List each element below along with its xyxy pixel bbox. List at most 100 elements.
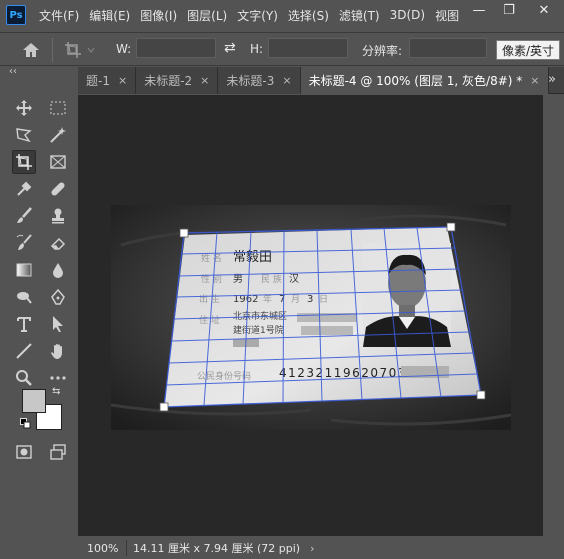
portrait-photo: [363, 243, 451, 347]
resolution-input[interactable]: [409, 38, 487, 58]
tab-overflow-icon[interactable]: »: [548, 72, 556, 87]
menu-3d[interactable]: 3D(D): [385, 8, 430, 22]
frame-tool[interactable]: [46, 150, 70, 174]
perspective-crop-preset[interactable]: [64, 39, 100, 61]
perspective-crop-icon: [16, 154, 32, 170]
label-month: 月: [291, 294, 300, 305]
width-input[interactable]: [136, 38, 216, 58]
hand-tool[interactable]: [46, 339, 70, 363]
zoom-level[interactable]: 100%: [78, 542, 126, 555]
window-controls: — ❐ ✕: [464, 0, 564, 20]
more-dots-icon: [50, 376, 66, 380]
menu-filter[interactable]: 滤镜(T): [334, 7, 385, 24]
arrow-pointer-icon: [53, 316, 63, 332]
perspective-crop-tool[interactable]: [12, 150, 36, 174]
height-label: H:: [250, 42, 264, 56]
resolution-unit-tooltip: 像素/英寸: [496, 40, 560, 60]
brush-icon: [17, 207, 32, 223]
card-birth-month: 7: [279, 294, 285, 305]
clone-stamp-tool[interactable]: [46, 204, 70, 228]
blur-tool[interactable]: [46, 258, 70, 282]
marquee-tool[interactable]: [46, 96, 70, 120]
gradient-icon: [16, 263, 32, 277]
rectangular-marquee-icon: [50, 101, 66, 115]
label-id-number: 公民身份号码: [197, 370, 251, 382]
screen-mode-icon: [50, 444, 66, 460]
eyedropper-icon: [17, 181, 32, 196]
menu-select[interactable]: 选择(S): [283, 7, 334, 24]
card-ethnicity: 汉: [289, 273, 299, 285]
history-brush-icon: [16, 234, 32, 250]
line-tool[interactable]: [12, 339, 36, 363]
dodge-tool[interactable]: [12, 285, 36, 309]
stamp-icon: [52, 208, 64, 224]
label-day: 日: [319, 294, 328, 305]
tab-untitled-1[interactable]: 题-1 ×: [78, 67, 137, 94]
gradient-tool[interactable]: [12, 258, 36, 282]
foreground-color-swatch[interactable]: [22, 389, 46, 413]
move-icon: [16, 100, 32, 116]
restore-button[interactable]: ❐: [494, 0, 524, 20]
perspective-crop-icon: [65, 42, 81, 58]
collapse-panel-icon[interactable]: ‹‹: [9, 66, 17, 77]
move-tool[interactable]: [12, 96, 36, 120]
chevron-down-icon: [87, 47, 95, 53]
menu-file[interactable]: 文件(F): [34, 7, 84, 24]
water-drop-icon: [53, 263, 63, 278]
menu-edit[interactable]: 编辑(E): [84, 7, 135, 24]
crop-handle-top-left: [179, 228, 189, 238]
width-label: W:: [116, 42, 132, 56]
height-input[interactable]: [268, 38, 348, 58]
polygonal-lasso-icon: [16, 128, 32, 143]
card-name: 常毅田: [233, 249, 272, 265]
menu-layer[interactable]: 图层(L): [182, 7, 232, 24]
swap-colors-icon[interactable]: ⇆: [52, 386, 60, 397]
tab-close-icon[interactable]: ×: [118, 74, 127, 87]
magic-wand-tool[interactable]: [46, 123, 70, 147]
default-colors-icon[interactable]: [20, 418, 32, 430]
vertical-scrollbar[interactable]: [543, 95, 564, 536]
tab-close-icon[interactable]: ×: [200, 74, 209, 87]
crop-handle-bottom-right: [476, 390, 486, 400]
quick-mask-icon: [16, 445, 32, 459]
tab-untitled-3[interactable]: 未标题-3 ×: [218, 67, 301, 94]
menu-type[interactable]: 文字(Y): [232, 7, 283, 24]
zoom-tool[interactable]: [12, 366, 36, 390]
photoshop-logo-icon: Ps: [6, 5, 26, 25]
pen-icon: [51, 288, 65, 305]
type-icon: [17, 317, 31, 332]
label-birth: 出 生: [199, 293, 220, 305]
dodge-icon: [17, 292, 32, 304]
screen-mode-tool[interactable]: [46, 440, 70, 464]
resolution-label: 分辨率:: [362, 44, 403, 58]
eraser-tool[interactable]: [46, 231, 70, 255]
tab-close-icon[interactable]: ×: [282, 74, 291, 87]
document-tabs: 题-1 × 未标题-2 × 未标题-3 × 未标题-4 @ 100% (图层 1…: [78, 67, 564, 94]
tab-untitled-4[interactable]: 未标题-4 @ 100% (图层 1, 灰色/8#) * ×: [300, 67, 549, 94]
label-address: 住 址: [199, 314, 220, 326]
history-brush-tool[interactable]: [12, 231, 36, 255]
tab-untitled-2[interactable]: 未标题-2 ×: [136, 67, 219, 94]
crop-handle-top-right: [446, 222, 456, 232]
swap-dimensions-icon[interactable]: ⇄: [224, 40, 236, 56]
close-button[interactable]: ✕: [524, 0, 564, 20]
healing-brush-tool[interactable]: [46, 177, 70, 201]
status-menu-arrow-icon[interactable]: ›: [310, 542, 314, 555]
magic-wand-icon: [50, 127, 66, 143]
lasso-tool[interactable]: [12, 123, 36, 147]
label-ethnicity: 民 族: [261, 273, 282, 285]
tab-close-icon[interactable]: ×: [530, 74, 539, 87]
menu-bar: Ps 文件(F) 编辑(E) 图像(I) 图层(L) 文字(Y) 选择(S) 滤…: [0, 0, 564, 30]
brush-tool[interactable]: [12, 204, 36, 228]
type-tool[interactable]: [12, 312, 36, 336]
eyedropper-tool[interactable]: [12, 177, 36, 201]
minimize-button[interactable]: —: [464, 0, 494, 20]
quick-mask-tool[interactable]: [12, 440, 36, 464]
pen-tool[interactable]: [46, 285, 70, 309]
home-button[interactable]: [18, 39, 44, 61]
menu-view[interactable]: 视图: [430, 7, 464, 24]
tab-label: 未标题-4 @ 100% (图层 1, 灰色/8#) *: [308, 74, 523, 88]
path-selection-tool[interactable]: [46, 312, 70, 336]
menu-image[interactable]: 图像(I): [135, 7, 182, 24]
document-image[interactable]: 姓 名 常毅田 性 别 男 民 族 汉 出 生 1962 年 7 月 3 日 住…: [111, 205, 511, 430]
